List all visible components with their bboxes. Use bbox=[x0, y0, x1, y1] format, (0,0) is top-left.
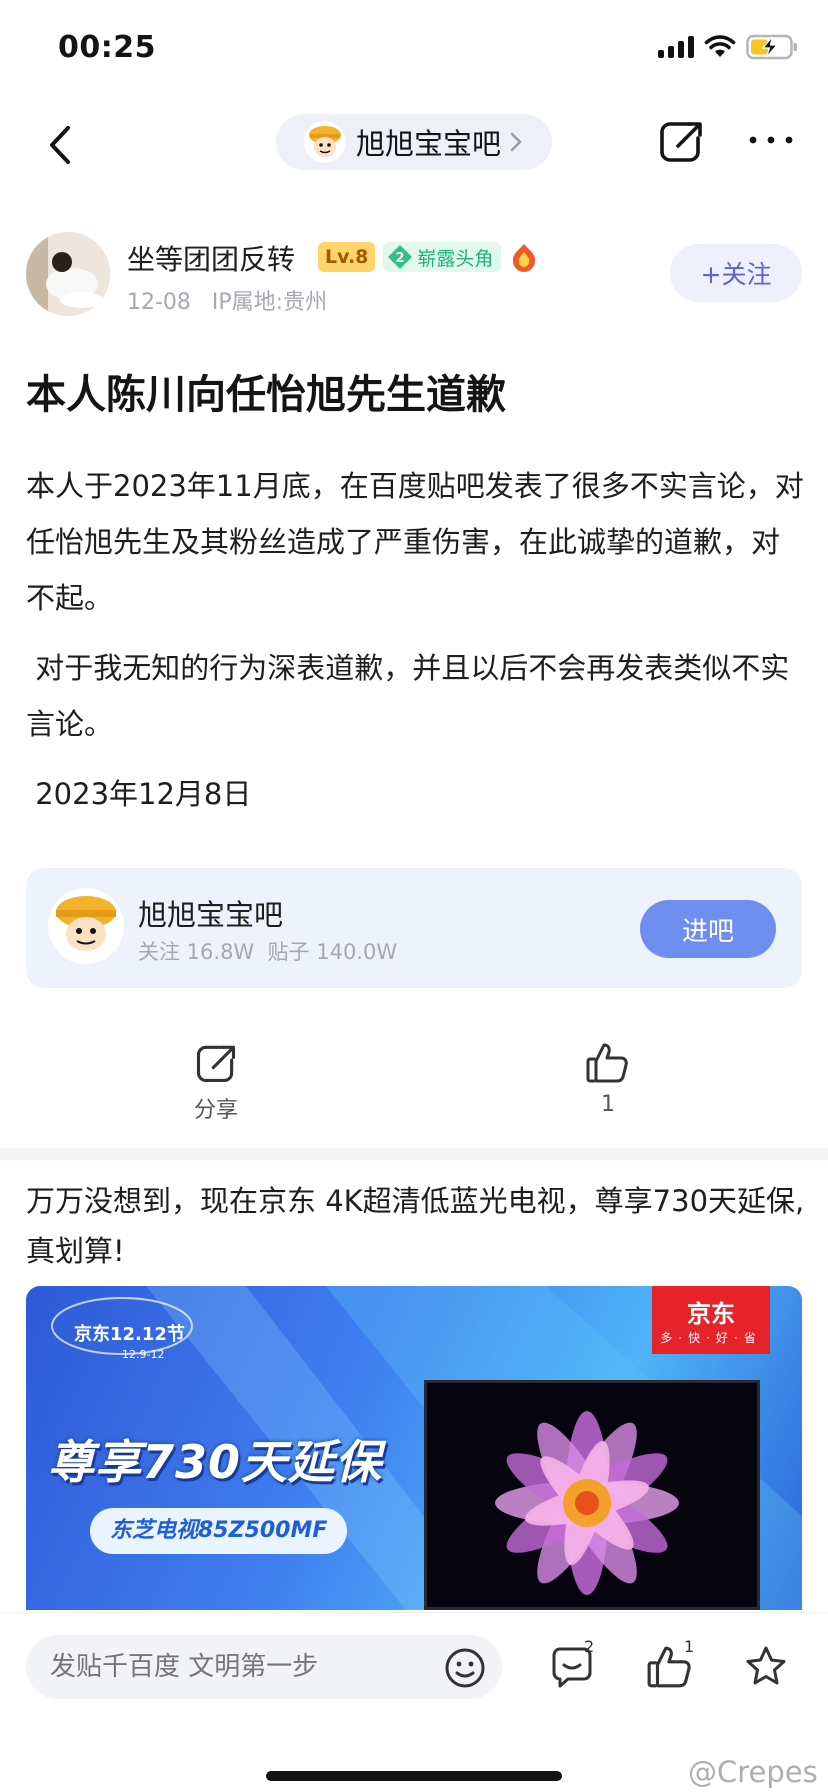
author-avatar[interactable] bbox=[26, 232, 110, 316]
forum-card-stats: 关注 16.8W 贴子 140.0W bbox=[138, 940, 398, 964]
share-label: 分享 bbox=[193, 1098, 238, 1123]
comment-input[interactable] bbox=[26, 1635, 502, 1699]
fire-medal-icon bbox=[513, 244, 536, 272]
post-date-line: 2023年12月8日 bbox=[26, 777, 252, 811]
nav-bar: 旭旭宝宝吧 bbox=[0, 100, 828, 210]
status-bar: 00:25 bbox=[0, 0, 828, 100]
forum-avatar bbox=[304, 121, 346, 163]
wifi-icon bbox=[704, 35, 736, 57]
author-row: 坐等团团反转 Lv.8 2 崭露头角 12-08 IP属地:贵州 +关注 bbox=[0, 228, 828, 328]
title-badge-label: 崭露头角 bbox=[417, 247, 494, 270]
post-actions: 分享 1 bbox=[0, 1040, 828, 1140]
post-title: 本人陈川向任怡旭先生道歉 bbox=[26, 372, 506, 418]
bottom-bar: 2 1 @Crepes bbox=[0, 1612, 828, 1792]
share-icon[interactable] bbox=[656, 116, 706, 166]
ad-event: 京东12.12节 12.9-12 bbox=[74, 1324, 185, 1361]
like-action[interactable]: 1 bbox=[548, 1040, 668, 1117]
forum-card-avatar bbox=[48, 888, 124, 964]
more-options-icon[interactable] bbox=[746, 120, 796, 160]
watermark: @Crepes bbox=[688, 1755, 818, 1789]
author-meta: 12-08 IP属地:贵州 bbox=[127, 284, 327, 316]
ip-location: IP属地:贵州 bbox=[211, 290, 328, 315]
forum-pill[interactable]: 旭旭宝宝吧 bbox=[276, 114, 552, 170]
title-badge: 2 崭露头角 bbox=[383, 242, 502, 272]
post-paragraph: 本人于2023年11月底，在百度贴吧发表了很多不实言论，对任怡旭先生及其粉丝造成… bbox=[26, 469, 804, 615]
author-name[interactable]: 坐等团团反转 bbox=[127, 238, 295, 278]
battery-charging-icon bbox=[746, 34, 797, 60]
follow-button[interactable]: +关注 bbox=[670, 244, 802, 302]
star-favorite-icon[interactable] bbox=[742, 1643, 790, 1691]
share-action[interactable]: 分享 bbox=[156, 1040, 276, 1124]
cellular-signal-icon bbox=[658, 36, 694, 58]
status-icons bbox=[658, 34, 798, 60]
svg-text:2: 2 bbox=[396, 251, 405, 266]
like-count: 1 bbox=[601, 1092, 615, 1117]
like-count: 1 bbox=[684, 1637, 695, 1656]
gem-icon: 2 bbox=[388, 245, 413, 269]
post-date: 12-08 bbox=[127, 290, 191, 315]
forum-card[interactable]: 旭旭宝宝吧 关注 16.8W 贴子 140.0W 进吧 bbox=[26, 868, 802, 988]
author-badges: Lv.8 2 崭露头角 bbox=[318, 242, 539, 272]
forum-name: 旭旭宝宝吧 bbox=[356, 127, 502, 161]
home-indicator bbox=[266, 1771, 562, 1781]
post-body: 本人于2023年11月底，在百度贴吧发表了很多不实言论，对任怡旭先生及其粉丝造成… bbox=[26, 458, 806, 836]
post-paragraph: 对于我无知的行为深表道歉，并且以后不会再发表类似不实言论。 bbox=[26, 651, 790, 741]
forum-card-name: 旭旭宝宝吧 bbox=[138, 898, 284, 932]
jd-logo: 京东 多·快·好·省 bbox=[652, 1286, 770, 1354]
enter-forum-button[interactable]: 进吧 bbox=[640, 900, 776, 958]
ad-headline: 尊享730天延保 bbox=[48, 1435, 383, 1489]
ad-model: 东芝电视85Z500MF bbox=[90, 1508, 348, 1554]
comment-count: 2 bbox=[584, 1637, 595, 1656]
status-time: 00:25 bbox=[58, 30, 156, 65]
section-divider bbox=[0, 1148, 828, 1160]
ad-text[interactable]: 万万没想到，现在京东 4K超清低蓝光电视，尊享730天延保,真划算! bbox=[26, 1176, 806, 1276]
share-icon bbox=[196, 1045, 236, 1083]
back-arrow-icon[interactable] bbox=[40, 120, 80, 170]
chevron-right-icon bbox=[510, 132, 522, 152]
tv-image bbox=[424, 1380, 760, 1610]
level-badge: Lv.8 bbox=[318, 242, 376, 272]
thumbs-up-icon bbox=[586, 1043, 628, 1083]
ad-banner[interactable]: 京东12.12节 12.9-12 京东 多·快·好·省 尊享730天延保 东芝电… bbox=[26, 1286, 802, 1610]
emoji-icon[interactable] bbox=[444, 1647, 486, 1689]
